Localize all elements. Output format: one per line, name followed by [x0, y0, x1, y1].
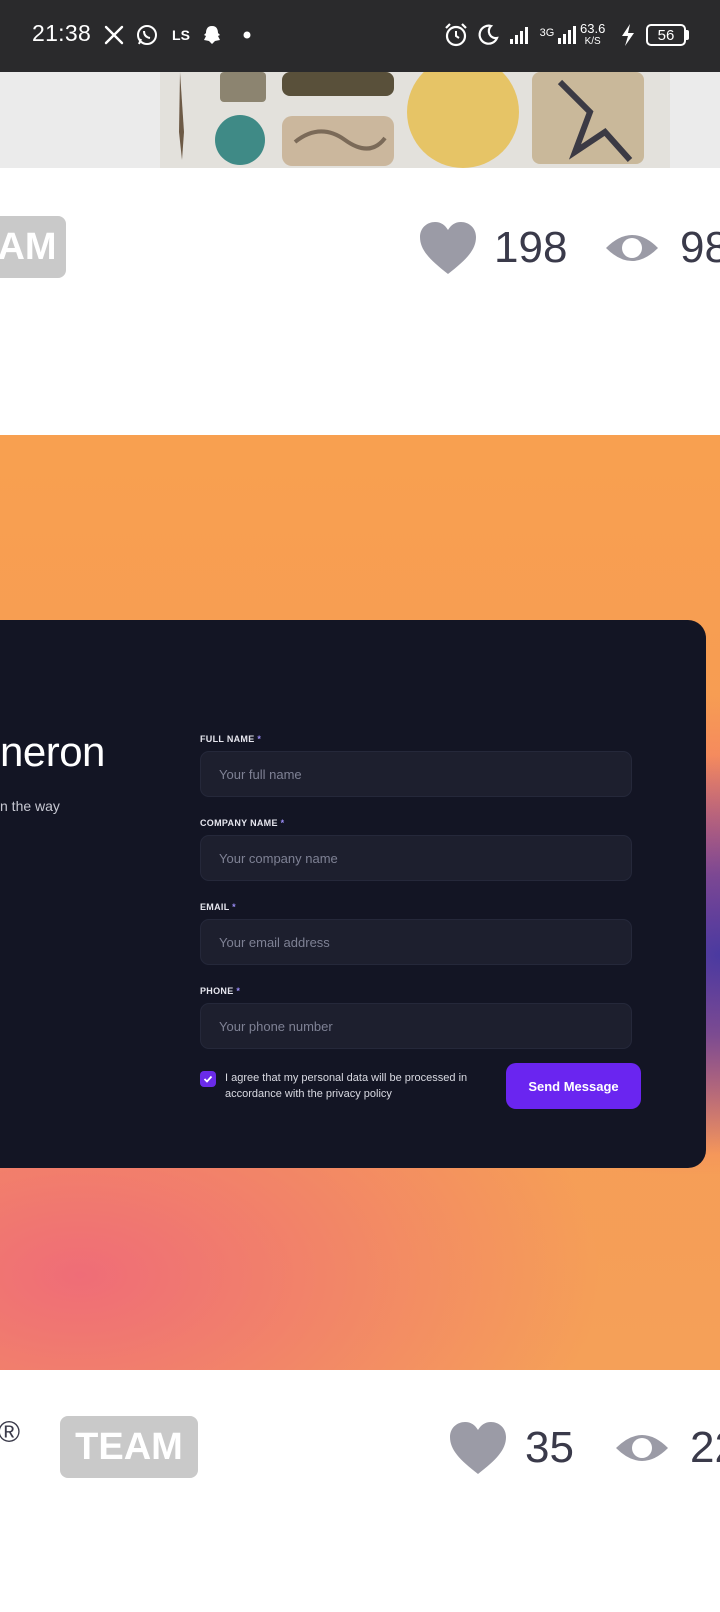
ls-icon: LS — [172, 27, 190, 43]
signal-icon-2 — [556, 18, 578, 52]
check-icon — [203, 1075, 213, 1083]
email-input[interactable]: Your email address — [200, 919, 632, 965]
full-name-input[interactable]: Your full name — [200, 751, 632, 797]
like-count: 198 — [494, 223, 568, 272]
team-badge-2[interactable]: TEAM — [60, 1416, 198, 1478]
shot-preview[interactable]: neron n the way FULL NAME * Your full na… — [0, 435, 720, 1370]
phone-input[interactable]: Your phone number — [200, 1003, 632, 1049]
full-name-label: FULL NAME * — [200, 734, 262, 744]
collection-artwork — [179, 72, 644, 168]
registered-mark: ® — [0, 1416, 21, 1449]
moon-icon — [474, 18, 502, 52]
dot-icon — [240, 18, 254, 52]
battery-tip — [686, 30, 689, 40]
alarm-icon — [442, 18, 470, 52]
send-message-button[interactable]: Send Message — [506, 1063, 641, 1109]
consent-checkbox[interactable] — [200, 1071, 216, 1087]
phone-label: PHONE * — [200, 986, 241, 996]
team-badge[interactable]: AM — [0, 216, 66, 278]
hero-subtext: n the way — [0, 798, 60, 814]
contact-form-card: neron n the way FULL NAME * Your full na… — [0, 620, 706, 1168]
view-icon[interactable] — [604, 228, 660, 273]
whatsapp-icon — [134, 18, 160, 52]
like-icon-2[interactable] — [448, 1420, 508, 1481]
x-icon — [102, 18, 126, 52]
email-label: EMAIL * — [200, 902, 236, 912]
status-bar: 21:38 LS 3G 63.6 K/S 56 — [0, 0, 720, 72]
collection-panel — [160, 72, 670, 168]
collection-image[interactable] — [0, 72, 720, 168]
status-time: 21:38 — [32, 20, 92, 46]
network-type: 3G — [539, 27, 555, 39]
company-name-label: COMPANY NAME * — [200, 818, 285, 828]
net-speed: 63.6 K/S — [580, 21, 606, 47]
like-count-2: 35 — [525, 1423, 574, 1472]
view-count: 98 — [680, 223, 720, 272]
hero-heading: neron — [0, 728, 105, 775]
consent-text: I agree that my personal data will be pr… — [225, 1072, 468, 1100]
battery-icon: 56 — [646, 24, 686, 46]
view-icon-2[interactable] — [614, 1428, 670, 1473]
company-name-input[interactable]: Your company name — [200, 835, 632, 881]
signal-icon — [508, 18, 532, 52]
charging-icon — [616, 18, 640, 52]
view-count-2: 22 — [690, 1423, 720, 1472]
snapchat-icon — [200, 18, 224, 52]
like-icon[interactable] — [418, 220, 478, 281]
